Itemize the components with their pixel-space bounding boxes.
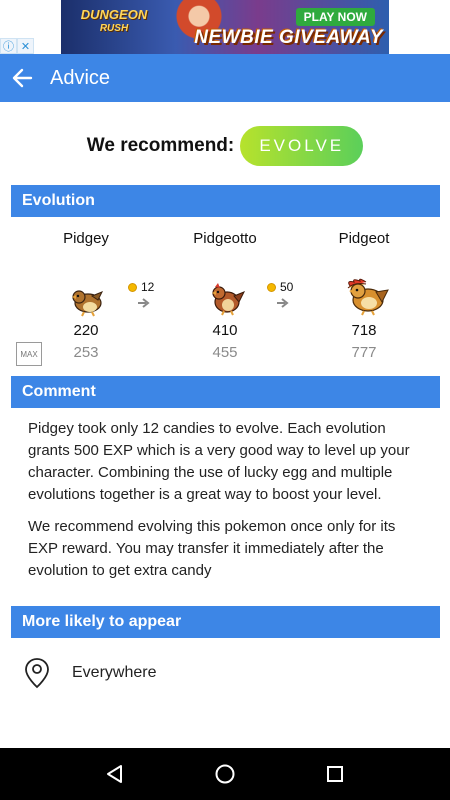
pidgeotto-cp: 410 xyxy=(212,322,238,339)
ad-play-now-button[interactable]: PLAY NOW xyxy=(295,8,375,26)
evolution-section-header: Evolution xyxy=(11,185,440,217)
location-row: Everywhere xyxy=(24,656,156,690)
pidgey-cp: 220 xyxy=(73,322,99,339)
location-pin-icon xyxy=(25,658,49,689)
evolution-names: Pidgey Pidgeotto Pidgeot xyxy=(0,230,450,250)
recents-square-icon xyxy=(327,766,343,782)
evolve-button[interactable]: EVOLVE xyxy=(240,126,364,166)
stage-name-pidgeot: Pidgeot xyxy=(338,230,390,247)
pidgeot-cp: 718 xyxy=(351,322,377,339)
pidgeot-max-cp: 777 xyxy=(351,344,377,361)
comment-paragraph-1: Pidgey took only 12 candies to evolve. E… xyxy=(28,420,410,503)
ad-close-icon[interactable]: ✕ xyxy=(17,38,34,54)
ad-choices[interactable]: ⓘ ✕ xyxy=(0,38,34,54)
page-title: Advice xyxy=(50,66,111,89)
stage-name-pidgey: Pidgey xyxy=(63,230,109,247)
back-button[interactable] xyxy=(4,54,40,102)
pidgey-max-cp: 253 xyxy=(73,344,99,361)
back-arrow-icon xyxy=(12,68,33,88)
comment-section-header: Comment xyxy=(11,376,440,408)
candy-icon xyxy=(267,282,276,292)
ad-banner[interactable]: DUNGEON RUSH PLAY NOW NEWBIE GIVEAWAY ⓘ … xyxy=(0,0,450,54)
nav-home-button[interactable] xyxy=(205,754,245,794)
nav-back-button[interactable] xyxy=(95,754,135,794)
location-text: Everywhere xyxy=(72,664,157,681)
back-triangle-icon xyxy=(107,765,122,783)
system-navigation-bar xyxy=(0,748,450,800)
pidgeotto-sprite-icon xyxy=(212,283,246,316)
advice-screen: DUNGEON RUSH PLAY NOW NEWBIE GIVEAWAY ⓘ … xyxy=(0,0,450,800)
evolve-arrow-icon xyxy=(138,298,150,308)
evolve-arrow-icon xyxy=(277,298,289,308)
nav-recents-button[interactable] xyxy=(315,754,355,794)
stage-name-pidgeotto: Pidgeotto xyxy=(193,230,257,247)
candy-cost-pidgeotto: 50 xyxy=(267,280,293,294)
ad-headline: NEWBIE GIVEAWAY xyxy=(194,27,383,48)
ad-logo: DUNGEON RUSH xyxy=(80,7,148,35)
pidgeotto-max-cp: 455 xyxy=(212,344,238,361)
app-bar: Advice xyxy=(0,54,450,102)
pidgeot-sprite-icon xyxy=(347,278,389,316)
pidgey-sprite-icon xyxy=(72,290,104,317)
ad-image[interactable]: DUNGEON RUSH PLAY NOW NEWBIE GIVEAWAY xyxy=(61,0,389,54)
recommend-label: We recommend: xyxy=(86,135,235,156)
candy-cost-pidgey: 12 xyxy=(128,280,154,294)
ad-info-icon[interactable]: ⓘ xyxy=(0,38,17,54)
appear-section-header: More likely to appear xyxy=(11,606,440,638)
candy-icon xyxy=(128,282,137,292)
recommendation-row: We recommend: EVOLVE xyxy=(0,126,450,166)
home-circle-icon xyxy=(215,764,235,784)
comment-paragraph-2: We recommend evolving this pokemon once … xyxy=(28,518,396,579)
